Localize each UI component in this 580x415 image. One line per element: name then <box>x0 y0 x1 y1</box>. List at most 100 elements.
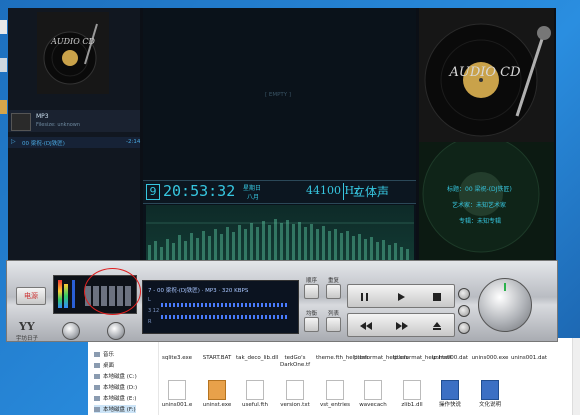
playlist-track-title: 00 梁祝-(DJ铁匠) <box>22 141 65 147</box>
playlist-track-row[interactable]: ▷ 00 梁祝-(DJ铁匠) -2:14 <box>8 137 140 148</box>
nav-item-music[interactable]: 音乐 <box>94 350 114 358</box>
nav-item-drive-f[interactable]: 本地磁盘 (F:) <box>94 405 136 413</box>
playlist-track-time: -2:14 <box>126 139 141 145</box>
lcd-track-line: 7 - 00 梁祝-(DJ铁匠) · MP3 · 320 KBPS <box>148 288 249 294</box>
volume-indicator <box>504 283 506 291</box>
file-item[interactable]: unins000.exe <box>471 355 509 362</box>
file-icon <box>208 380 226 400</box>
svg-text:AUDIO CD: AUDIO CD <box>50 37 95 46</box>
eject-button[interactable] <box>426 318 448 332</box>
red-annotation-circle <box>84 268 141 315</box>
eq-button[interactable] <box>304 317 319 332</box>
sample-rate: 44100 Hz <box>306 184 360 197</box>
balance-knob[interactable] <box>62 322 80 340</box>
playlist-item-title: MP3 <box>36 113 49 120</box>
svg-text:YY: YY <box>18 320 35 333</box>
music-folder-icon <box>94 352 100 357</box>
file-item[interactable]: version.txt <box>276 380 314 409</box>
drive-icon <box>94 396 100 401</box>
empty-label: [ EMPTY ] <box>265 92 292 98</box>
play-indicator-icon: ▷ <box>11 138 16 145</box>
file-item[interactable]: titleformat_help.css <box>354 355 408 362</box>
lcd-mark-r: R <box>148 319 152 325</box>
channel-mode: 立体声 <box>353 185 390 199</box>
file-item[interactable]: wavecach <box>354 380 392 409</box>
drive-icon <box>94 385 100 390</box>
desktop-folder-icon <box>94 363 100 368</box>
file-item[interactable]: 文化说明 <box>471 380 509 409</box>
file-item[interactable]: 操作快说 <box>431 380 469 409</box>
file-item[interactable]: START.BAT <box>198 355 236 362</box>
file-icon <box>364 380 382 400</box>
clock-time: 20:53:32 <box>163 182 236 200</box>
track-index: 9 <box>146 184 160 200</box>
desktop-icon-1[interactable] <box>0 20 7 34</box>
order-button[interactable] <box>304 284 319 299</box>
transport-row-bottom <box>347 313 455 337</box>
clock-weekday: 星期日 <box>243 185 262 192</box>
clock-month: 八月 <box>247 194 260 201</box>
file-item[interactable]: unins001.e <box>158 380 196 409</box>
eject-icon <box>433 322 441 330</box>
file-explorer: 音乐 桌面 本地磁盘 (C:) 本地磁盘 (D:) 本地磁盘 (E:) 本地磁盘… <box>88 338 580 415</box>
play-button[interactable] <box>390 289 412 303</box>
mute-button[interactable] <box>458 288 470 300</box>
file-item[interactable]: uninst.exe <box>198 380 236 409</box>
level-meter-r <box>161 315 289 319</box>
file-item[interactable]: useful.fth <box>236 380 274 409</box>
file-item[interactable]: theme.fth_help.css <box>316 355 368 362</box>
vinyl-thumb-icon: AUDIO CD <box>37 12 109 94</box>
explorer-scrollbar[interactable] <box>572 338 580 415</box>
nav-item-drive-c[interactable]: 本地磁盘 (C:) <box>94 372 137 380</box>
desktop-icon-3[interactable] <box>0 100 7 114</box>
nav-item-desktop[interactable]: 桌面 <box>94 361 114 369</box>
vu-bar-right <box>64 284 68 308</box>
record-button[interactable] <box>458 322 470 334</box>
playlist-item-sub: Filesize: unknown <box>36 122 81 128</box>
forward-button[interactable] <box>390 318 412 332</box>
file-item[interactable]: unins000.dat <box>431 355 469 362</box>
playlist-item[interactable]: MP3 Filesize: unknown <box>8 110 140 132</box>
drive-icon <box>94 374 100 379</box>
pause-icon <box>361 293 368 301</box>
info-artist: 艺术家：未知艺术家 <box>452 202 507 209</box>
tone-knob[interactable] <box>107 322 125 340</box>
mode-button[interactable] <box>458 305 470 317</box>
brand-text: 宇坊日子 <box>16 336 39 342</box>
track-info-pane: 标题：00 梁祝-(DJ铁匠) 艺术家：未知艺术家 专辑：未知专辑 <box>419 142 554 261</box>
volume-knob[interactable] <box>478 278 532 332</box>
play-icon <box>398 293 405 301</box>
file-item[interactable]: vst_entries <box>316 380 354 409</box>
level-meter-l <box>161 303 289 307</box>
file-item[interactable]: tak_deco_lib.dll <box>236 355 278 362</box>
info-album: 专辑：未知专辑 <box>459 218 502 225</box>
stop-button[interactable] <box>426 289 448 303</box>
list-button[interactable] <box>326 317 341 332</box>
spectrum-bars <box>146 219 414 260</box>
file-item[interactable]: titleformat_help.html <box>393 355 451 362</box>
side-label-order: 顺序 <box>306 278 318 284</box>
repeat-button[interactable] <box>326 284 341 299</box>
forward-icon <box>396 322 408 330</box>
rewind-button[interactable] <box>354 318 376 332</box>
lcd-display: 7 - 00 梁祝-(DJ铁匠) · MP3 · 320 KBPS L 3 12… <box>142 280 299 334</box>
side-label-eq: 均衡 <box>306 311 318 317</box>
desktop-icon-2[interactable] <box>0 58 7 72</box>
power-button[interactable]: 电源 <box>16 287 46 305</box>
file-item[interactable]: unins001.dat <box>510 355 548 362</box>
divider <box>343 183 344 200</box>
file-icon <box>326 380 344 400</box>
nav-item-drive-d[interactable]: 本地磁盘 (D:) <box>94 383 137 391</box>
playlist-item-thumb <box>11 113 31 131</box>
file-item[interactable]: sqlite3.exe <box>158 355 196 362</box>
file-item[interactable]: zlib1.dll <box>393 380 431 409</box>
pause-button[interactable] <box>354 289 376 303</box>
lcd-mark-l: L <box>148 297 151 303</box>
file-item[interactable]: tedGo's DarkOne.tf <box>276 355 314 369</box>
rewind-icon <box>360 322 372 330</box>
turntable-art: AUDIO CD <box>419 8 554 142</box>
stop-icon <box>433 293 441 301</box>
nav-item-drive-e[interactable]: 本地磁盘 (E:) <box>94 394 136 402</box>
album-art-thumbnail: AUDIO CD <box>37 12 109 94</box>
info-title: 标题：00 梁祝-(DJ铁匠) <box>447 186 512 193</box>
